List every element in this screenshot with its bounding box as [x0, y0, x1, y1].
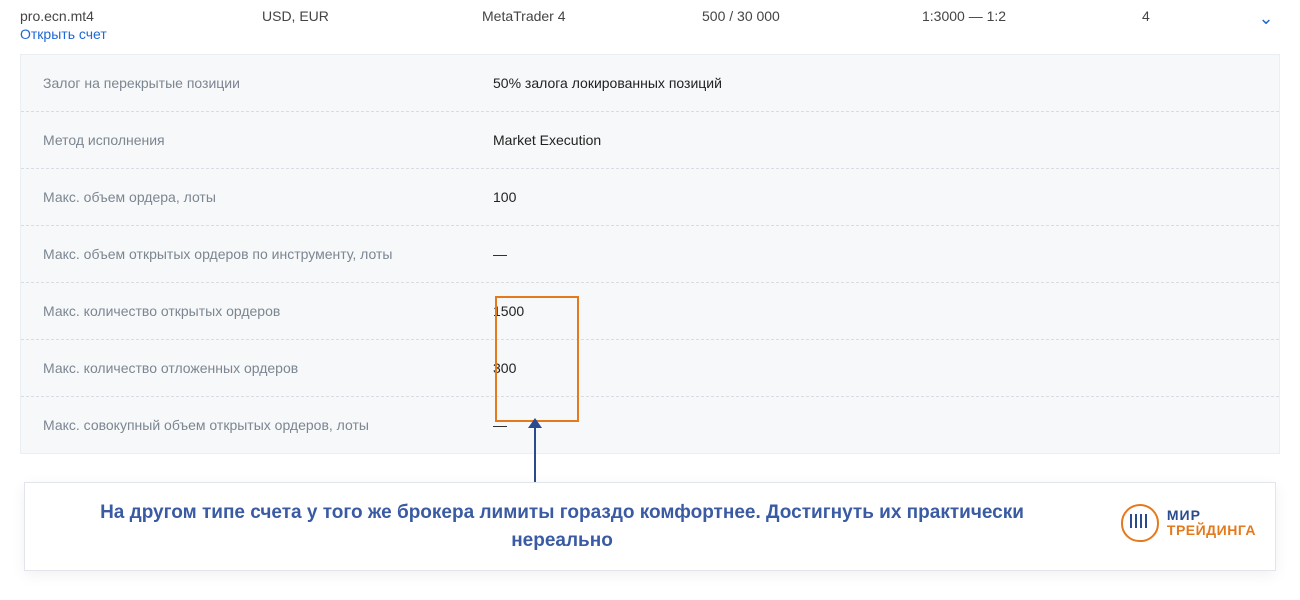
row-value: 300 — [493, 360, 516, 376]
account-name: pro.ecn.mt4 — [20, 8, 262, 24]
open-account-link[interactable]: Открыть счет — [20, 26, 262, 42]
row-label: Макс. совокупный объем открытых ордеров,… — [43, 417, 493, 433]
chevron-down-icon: ⌄ — [1258, 8, 1273, 28]
row-value: 50% залога локированных позиций — [493, 75, 722, 91]
table-row: Залог на перекрытые позиции 50% залога л… — [21, 55, 1279, 111]
caption-text: На другом типе счета у того же брокера л… — [79, 499, 1045, 554]
table-row: Макс. количество отложенных ордеров 300 — [21, 339, 1279, 396]
account-summary-row: pro.ecn.mt4 Открыть счет USD, EUR MetaTr… — [0, 0, 1300, 54]
row-label: Залог на перекрытые позиции — [43, 75, 493, 91]
logo-text: МИР ТРЕЙДИНГА — [1167, 508, 1256, 537]
logo-line2: ТРЕЙДИНГА — [1167, 523, 1256, 538]
deposit-cell: 500 / 30 000 — [702, 8, 922, 24]
logo-brain-icon — [1121, 504, 1159, 542]
row-value: Market Execution — [493, 132, 601, 148]
details-panel: Залог на перекрытые позиции 50% залога л… — [20, 54, 1280, 454]
digits-cell: 4 — [1142, 8, 1252, 24]
currency-cell: USD, EUR — [262, 8, 482, 24]
row-label: Макс. количество отложенных ордеров — [43, 360, 493, 376]
row-label: Макс. объем ордера, лоты — [43, 189, 493, 205]
table-row: Метод исполнения Market Execution — [21, 111, 1279, 168]
platform-cell: MetaTrader 4 — [482, 8, 702, 24]
logo-line1: МИР — [1167, 508, 1256, 523]
leverage-cell: 1:3000 — 1:2 — [922, 8, 1142, 24]
table-row: Макс. количество открытых ордеров 1500 — [21, 282, 1279, 339]
account-cell: pro.ecn.mt4 Открыть счет — [20, 8, 262, 42]
row-value: 1500 — [493, 303, 524, 319]
row-value: 100 — [493, 189, 516, 205]
row-label: Метод исполнения — [43, 132, 493, 148]
row-label: Макс. количество открытых ордеров — [43, 303, 493, 319]
brand-logo: МИР ТРЕЙДИНГА — [1121, 504, 1256, 542]
annotation-arrow-line — [534, 420, 536, 482]
table-row: Макс. объем открытых ордеров по инструме… — [21, 225, 1279, 282]
row-label: Макс. объем открытых ордеров по инструме… — [43, 246, 493, 262]
row-value: — — [493, 246, 507, 262]
table-row: Макс. совокупный объем открытых ордеров,… — [21, 396, 1279, 453]
table-row: Макс. объем ордера, лоты 100 — [21, 168, 1279, 225]
expand-toggle[interactable]: ⌄ — [1252, 8, 1280, 29]
row-value: — — [493, 417, 507, 433]
annotation-caption: На другом типе счета у того же брокера л… — [24, 482, 1276, 571]
